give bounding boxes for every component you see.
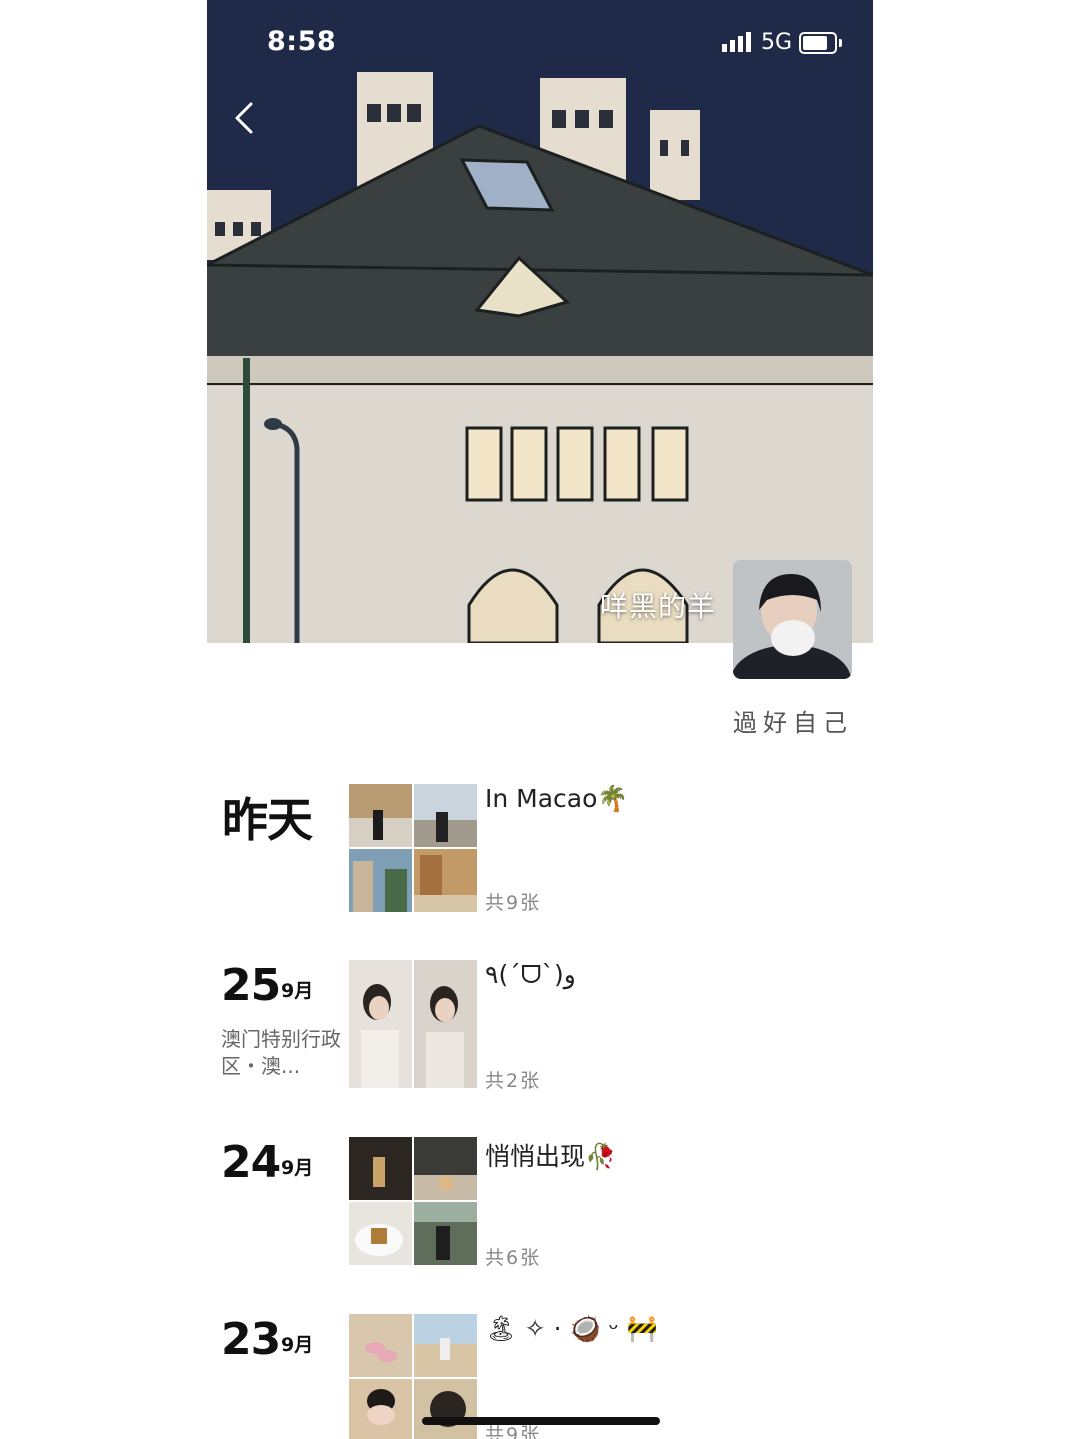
photo-thumbnail[interactable] [414,1314,477,1377]
photo-thumbnail[interactable] [349,784,412,847]
location-label: 澳门特别行政区・澳... [221,1027,341,1078]
network-type: 5G [761,30,793,55]
photo-thumbnail[interactable] [414,1379,477,1439]
avatar[interactable] [733,560,852,679]
moment-title: ٩(ˊᗜˋ)و [485,960,576,989]
moment-title: In Macao🌴 [485,784,629,813]
home-indicator[interactable] [422,1417,660,1425]
username[interactable]: 咩黑的羊 [600,585,716,625]
moment-entry[interactable]: 25 9月 澳门特别行政区・澳... ٩(ˊᗜˋ)و 共2张 [207,960,873,1092]
photo-thumbnail[interactable] [349,1202,412,1265]
back-button[interactable] [229,98,261,138]
photo-grid[interactable] [349,960,478,1088]
photo-thumbnail[interactable] [414,1137,477,1200]
signal-icon [722,32,756,56]
moments-album-page: 8:58 5G 咩黑的羊 過好自己 昨天 In Macao🌴 共9张 25 9月… [207,0,873,1439]
photo-thumbnail[interactable] [349,960,412,1088]
photo-count: 共2张 [485,1070,542,1092]
photo-thumbnail[interactable] [349,849,412,912]
photo-thumbnail[interactable] [349,1137,412,1200]
profile-signature: 過好自己 [733,709,853,737]
date-month: 9月 [281,1334,314,1356]
photo-thumbnail[interactable] [414,784,477,847]
photo-thumbnail[interactable] [349,1379,412,1439]
photo-count: 共6张 [485,1247,542,1269]
status-time: 8:58 [267,26,337,57]
photo-thumbnail[interactable] [349,1314,412,1377]
moment-title: 🏝 ✧ · 🥥 ᵕ 🚧 [485,1314,658,1343]
back-chevron-icon [235,102,253,134]
moment-title: 悄悄出现🥀 [485,1142,617,1171]
date-month: 9月 [281,1157,314,1179]
moment-entry[interactable]: 昨天 In Macao🌴 共9张 [207,784,873,914]
date-day: 24 [221,1137,281,1188]
date-day: 23 [221,1314,281,1365]
moment-entry[interactable]: 24 9月 悄悄出现🥀 共6张 [207,1137,873,1269]
photo-thumbnail[interactable] [414,960,477,1088]
photo-count: 共9张 [485,892,542,914]
photo-thumbnail[interactable] [414,1202,477,1265]
status-bar: 8:58 5G [207,0,873,86]
cover-photo[interactable] [207,0,873,643]
date-month: 9月 [281,980,314,1002]
photo-grid[interactable] [349,784,478,912]
photo-grid[interactable] [349,1137,478,1265]
battery-icon [799,32,842,54]
date-day: 25 [221,960,281,1011]
date-label: 昨天 [222,793,313,847]
photo-thumbnail[interactable] [414,849,477,912]
